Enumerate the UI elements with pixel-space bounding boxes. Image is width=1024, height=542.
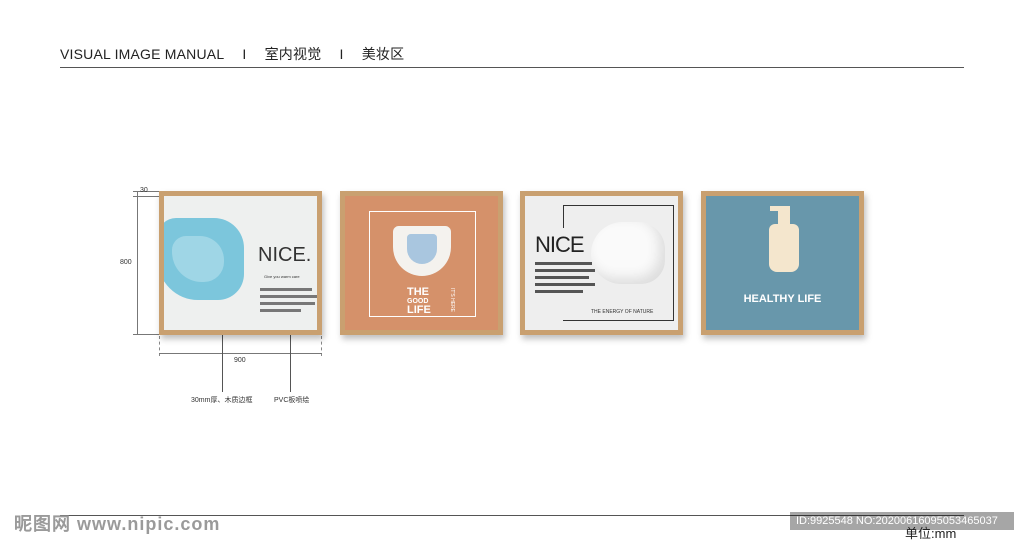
width-label: 900 (234, 357, 246, 364)
panel-2-side-text: IT'S HERE (449, 288, 455, 313)
header-separator-2: I (339, 46, 344, 62)
panel-4-title: HEALTHY LIFE (743, 293, 822, 305)
header-separator: I (242, 46, 247, 62)
panel-3-body-text (535, 262, 595, 297)
page-header: VISUAL IMAGE MANUAL I 室内视觉 I 美妆区 (60, 44, 418, 64)
watermark-id: ID:9925548 NO:20200616095053465037 (790, 512, 1014, 530)
panel-3-face: NICE THE ENERGY OF NATURE (525, 196, 678, 330)
header-interior-visual: 室内视觉 (264, 46, 322, 62)
panel-3-title: NICE (535, 232, 585, 257)
panel-leader (290, 330, 291, 392)
wall-panel-1: NICE. Give you warm care (159, 191, 322, 335)
panel-callout: PVC板喷绘 (274, 397, 310, 404)
width-dimension-line (159, 353, 322, 354)
wall-panel-4: HEALTHY LIFE (701, 191, 864, 335)
panel-4-face: HEALTHY LIFE (706, 196, 859, 330)
wall-panel-2: THE GOOD LIFE IT'S HERE (340, 191, 503, 335)
panel-2-line-3: LIFE (407, 304, 431, 316)
height-dimension-line (137, 191, 138, 334)
panel-1-subtitle: Give you warm care (264, 274, 300, 279)
panel-1-body-text (260, 288, 317, 316)
frame-callout: 30mm厚、木质边框 (191, 397, 253, 404)
panel-2-line-1: THE (407, 286, 429, 298)
header-beauty-zone: 美妆区 (361, 46, 405, 62)
panel-1-face: NICE. Give you warm care (164, 196, 317, 330)
header-manual-title: VISUAL IMAGE MANUAL (60, 46, 225, 62)
wall-panel-3: NICE THE ENERGY OF NATURE (520, 191, 683, 335)
header-rule (60, 67, 964, 68)
dim-tick-frame (133, 196, 160, 197)
unit-label: 单位:mm (905, 526, 957, 541)
frame-leader (222, 330, 223, 392)
height-label: 800 (120, 259, 132, 266)
watermark-left: 昵图网 www.nipic.com (14, 514, 221, 534)
panel-2-face: THE GOOD LIFE IT'S HERE (345, 196, 498, 330)
blue-diaper-image (164, 218, 244, 300)
foam-image (591, 222, 665, 284)
panel-1-title: NICE. (258, 244, 312, 266)
dim-tick-bottom (133, 334, 160, 335)
bottle-icon (769, 224, 799, 272)
frame-thickness-label: 30 (140, 187, 148, 194)
panel-3-footer: THE ENERGY OF NATURE (591, 309, 654, 315)
panel-2-headline: THE GOOD LIFE (407, 286, 431, 316)
